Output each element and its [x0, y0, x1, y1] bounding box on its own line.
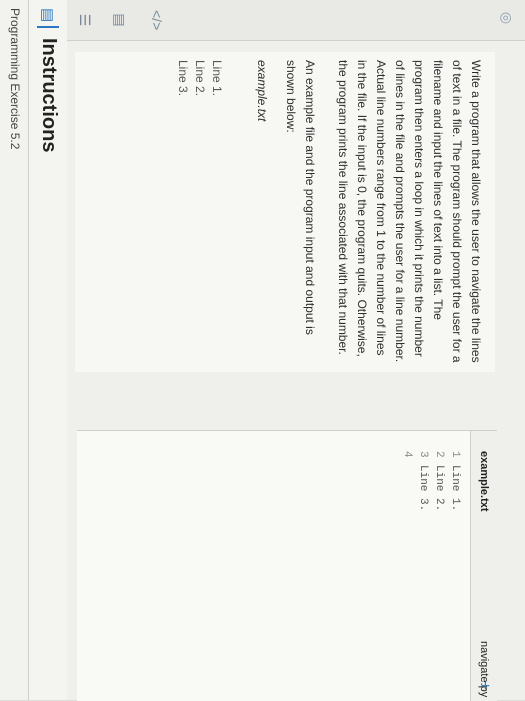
example-line: Line 1.	[210, 60, 224, 97]
code-line: 1 Line 1.	[447, 451, 463, 681]
rotated-screen: Programming Exercise 5.2 ▤ Instructions …	[0, 0, 525, 701]
code-area[interactable]: 1 Line 1. 2 Line 2. 3 Line 3. 4	[399, 451, 463, 681]
example-intro: An example file and the program input an…	[284, 60, 317, 335]
book-icon[interactable]: ▤	[39, 8, 57, 22]
code-line: 2 Line 2.	[431, 451, 447, 681]
example-line: Line 3.	[176, 60, 190, 97]
exercise-title: Programming Exercise 5.2	[0, 0, 29, 700]
code-line: 4	[399, 451, 415, 681]
instructions-text: Write a program that allows the user to …	[336, 60, 483, 363]
line-number: 2	[433, 451, 445, 458]
line-number: 1	[449, 451, 461, 458]
editor-tabs: example.txt navigate.py +	[470, 431, 497, 701]
line-text: Line 1.	[449, 465, 461, 512]
list-icon[interactable]: ☰	[75, 10, 95, 30]
line-text: Line 2.	[433, 465, 445, 512]
instructions-header: ▤ Instructions	[28, 0, 67, 700]
target-icon[interactable]: ◎	[497, 8, 517, 28]
tab-example-txt[interactable]: example.txt	[471, 451, 497, 512]
example-line: Line 2.	[193, 60, 207, 97]
instructions-title: Instructions	[38, 38, 60, 153]
line-number: 4	[401, 451, 413, 458]
code-icon[interactable]: </>	[147, 10, 167, 30]
example-file-label: example.txt	[255, 60, 269, 122]
line-text: Line 3.	[417, 465, 429, 512]
left-rail: ☰ ▤ </> ◎	[67, 0, 525, 41]
instructions-panel: Write a program that allows the user to …	[75, 52, 495, 372]
code-editor: example.txt navigate.py + 1 Line 1. 2 Line…	[77, 430, 497, 701]
chart-icon[interactable]: ▤	[110, 10, 130, 30]
line-number: 3	[417, 451, 429, 458]
code-line: 3 Line 3.	[415, 451, 431, 681]
add-tab-button[interactable]: +	[471, 681, 497, 690]
header-divider	[37, 26, 59, 28]
